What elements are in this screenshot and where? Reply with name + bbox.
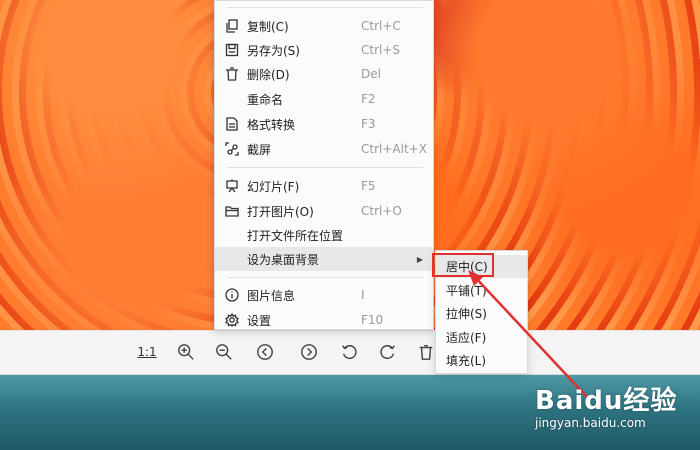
document-convert-icon (225, 117, 239, 131)
submenu-item-tile[interactable]: 平铺(T) (436, 279, 527, 302)
menu-separator (227, 277, 423, 278)
trash-icon (419, 344, 433, 360)
zoom-out-icon (216, 344, 232, 360)
menu-item-label: 打开文件所在位置 (247, 228, 344, 243)
trash-icon (225, 67, 239, 81)
context-menu: 复制(C) Ctrl+C 另存为(S) Ctrl+S 删除(D) Del 重命名… (214, 0, 434, 330)
save-as-icon (225, 43, 239, 57)
rotate-right-icon (380, 345, 395, 360)
menu-item-format-convert[interactable]: 格式转换 F3 (215, 112, 433, 136)
menu-item-label: 另存为(S) (247, 43, 300, 58)
menu-item-label: 格式转换 (247, 117, 296, 132)
screenshot-icon (225, 142, 239, 156)
menu-item-screenshot[interactable]: 截屏 Ctrl+Alt+X (215, 137, 433, 161)
submenu-item-fill[interactable]: 填充(L) (436, 349, 527, 372)
baidu-watermark: Baidu经验 jingyan.baidu.com (535, 380, 678, 430)
submenu-item-label: 适应(F) (446, 331, 487, 345)
next-button[interactable] (296, 339, 322, 365)
menu-item-settings[interactable]: 设置 F10 (215, 308, 433, 332)
menu-item-shortcut: F5 (361, 179, 376, 193)
submenu-item-fit[interactable]: 适应(F) (436, 326, 527, 349)
menu-item-copy[interactable]: 复制(C) Ctrl+C (215, 14, 433, 38)
gear-icon (225, 313, 239, 327)
menu-item-slideshow[interactable]: 幻灯片(F) F5 (215, 174, 433, 198)
menu-item-label: 设为桌面背景 (247, 252, 320, 267)
zoom-in-button[interactable] (173, 339, 199, 365)
submenu-item-label: 拉伸(S) (446, 307, 487, 321)
submenu-item-label: 填充(L) (446, 354, 487, 368)
menu-item-open-image[interactable]: 打开图片(O) Ctrl+O (215, 199, 433, 223)
menu-item-shortcut: I (361, 288, 365, 302)
zoom-out-button[interactable] (211, 339, 237, 365)
slideshow-icon (225, 179, 239, 193)
menu-item-label: 重命名 (247, 92, 284, 107)
menu-item-open-file-location[interactable]: 打开文件所在位置 (215, 223, 433, 247)
watermark-url: jingyan.baidu.com (535, 416, 646, 430)
menu-item-set-as-wallpaper[interactable]: 设为桌面背景 ▶ (215, 247, 433, 271)
menu-item-shortcut: Del (361, 67, 381, 81)
viewer-toolbar: 1:1 (0, 330, 700, 375)
menu-item-delete[interactable]: 删除(D) Del (215, 62, 433, 86)
menu-separator (227, 167, 423, 168)
menu-item-image-info[interactable]: 图片信息 I (215, 283, 433, 307)
highlight-box (432, 253, 494, 277)
chevron-right-circle-icon (301, 344, 317, 360)
previous-button[interactable] (252, 339, 278, 365)
menu-item-shortcut: F3 (361, 117, 376, 131)
menu-item-save-as[interactable]: 另存为(S) Ctrl+S (215, 38, 433, 62)
actual-size-button[interactable]: 1:1 (134, 339, 160, 365)
submenu-item-stretch[interactable]: 拉伸(S) (436, 302, 527, 325)
submenu-arrow-icon: ▶ (416, 254, 423, 264)
menu-item-shortcut: Ctrl+O (361, 204, 402, 218)
menu-item-label: 幻灯片(F) (247, 179, 300, 194)
folder-open-icon (225, 204, 239, 218)
menu-item-label: 打开图片(O) (247, 204, 314, 219)
rotate-left-button[interactable] (336, 339, 362, 365)
menu-item-shortcut: Ctrl+Alt+X (361, 142, 427, 156)
menu-item-label: 设置 (247, 313, 272, 328)
menu-item-label: 复制(C) (247, 19, 289, 34)
menu-item-shortcut: F10 (361, 313, 384, 327)
menu-item-rename[interactable]: 重命名 F2 (215, 87, 433, 111)
menu-item-shortcut: Ctrl+C (361, 19, 401, 33)
rotate-right-button[interactable] (375, 339, 401, 365)
menu-item-shortcut: F2 (361, 92, 376, 106)
info-icon (225, 288, 239, 302)
menu-item-label: 图片信息 (247, 288, 296, 303)
zoom-in-icon (178, 344, 194, 360)
submenu-item-label: 平铺(T) (446, 284, 487, 298)
chevron-left-circle-icon (257, 344, 273, 360)
actual-size-label: 1:1 (137, 345, 157, 359)
watermark-logo: Baidu经验 (535, 386, 678, 416)
menu-item-label: 删除(D) (247, 67, 290, 82)
rotate-left-icon (342, 345, 357, 360)
menu-item-shortcut: Ctrl+S (361, 43, 401, 57)
menu-item-label: 截屏 (247, 142, 272, 157)
menu-separator (227, 7, 423, 8)
copy-icon (225, 19, 239, 33)
